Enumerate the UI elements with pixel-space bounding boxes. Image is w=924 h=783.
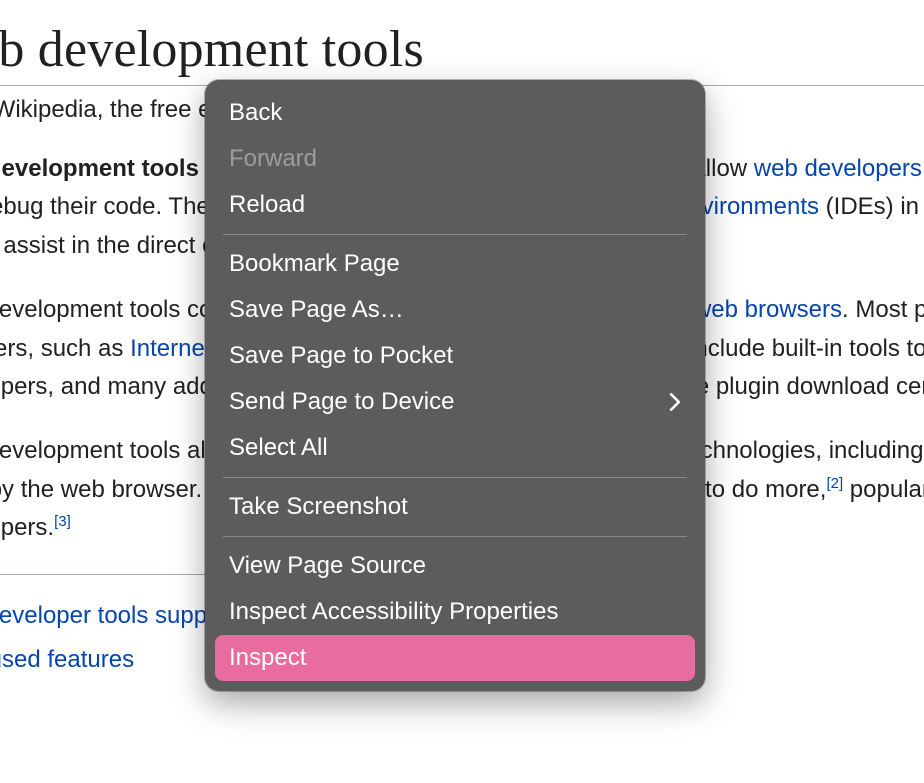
menu-item-label: Inspect Accessibility Properties [229, 597, 558, 627]
menu-item-inspect-accessibility-properties[interactable]: Inspect Accessibility Properties [215, 589, 695, 635]
menu-separator [223, 536, 687, 537]
context-menu[interactable]: Back Forward Reload Bookmark Page Save Page … [205, 80, 705, 691]
menu-item-label: Save Page As… [229, 295, 404, 325]
menu-item-label: Save Page to Pocket [229, 341, 453, 371]
chevron-right-icon [669, 393, 681, 411]
menu-item-view-page-source[interactable]: View Page Source [215, 543, 695, 589]
menu-item-save-page-to-pocket[interactable]: Save Page to Pocket [215, 333, 695, 379]
menu-separator [223, 477, 687, 478]
menu-item-label: Inspect [229, 643, 306, 673]
menu-item-label: Select All [229, 433, 328, 463]
lead-bold: Web development tools [0, 155, 199, 182]
menu-item-label: Forward [229, 144, 317, 174]
reference-2[interactable]: [2] [826, 475, 843, 492]
reference-3[interactable]: [3] [54, 513, 71, 530]
menu-item-save-page-as[interactable]: Save Page As… [215, 287, 695, 333]
menu-item-back[interactable]: Back [215, 90, 695, 136]
menu-item-select-all[interactable]: Select All [215, 425, 695, 471]
menu-item-label: Reload [229, 190, 305, 220]
menu-separator [223, 234, 687, 235]
link-web-browsers[interactable]: web browsers [694, 296, 842, 323]
menu-item-label: View Page Source [229, 551, 426, 581]
menu-item-label: Send Page to Device [229, 387, 454, 417]
menu-item-bookmark-page[interactable]: Bookmark Page [215, 241, 695, 287]
menu-item-inspect[interactable]: Inspect [215, 635, 695, 681]
menu-item-reload[interactable]: Reload [215, 182, 695, 228]
menu-item-label: Bookmark Page [229, 249, 400, 279]
menu-item-take-screenshot[interactable]: Take Screenshot [215, 484, 695, 530]
page-title: Web development tools [0, 20, 924, 86]
menu-item-send-page-to-device[interactable]: Send Page to Device [215, 379, 695, 425]
link-web-developers[interactable]: web developers [754, 155, 922, 182]
menu-item-label: Back [229, 98, 282, 128]
menu-item-forward: Forward [215, 136, 695, 182]
menu-item-label: Take Screenshot [229, 492, 408, 522]
